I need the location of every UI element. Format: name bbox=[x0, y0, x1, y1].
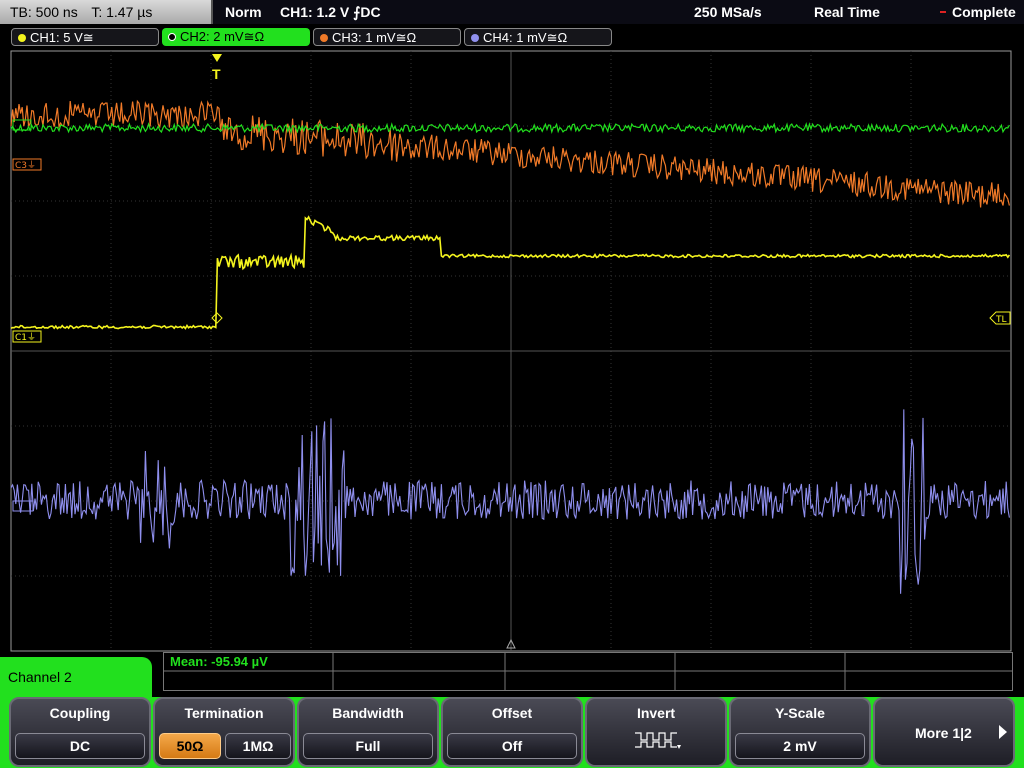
offset-value-button[interactable]: Off bbox=[447, 733, 577, 759]
bandwidth-softkey[interactable]: Bandwidth Full bbox=[297, 697, 439, 767]
ch1-ground-marker[interactable]: C1⏚ bbox=[12, 330, 42, 343]
invert-waveform-icon bbox=[635, 732, 681, 749]
menu-title: Channel 2 bbox=[0, 657, 152, 697]
coupling-title: Coupling bbox=[49, 705, 111, 721]
next-arrow-icon bbox=[999, 725, 1007, 739]
measurement-area bbox=[163, 652, 1013, 691]
yscale-title: Y-Scale bbox=[775, 705, 825, 721]
ch1-ground-label: C1⏚ bbox=[15, 332, 36, 343]
termination-50ohm-button[interactable]: 50Ω bbox=[159, 733, 221, 759]
termination-title: Termination bbox=[184, 705, 264, 721]
coupling-softkey[interactable]: Coupling DC bbox=[9, 697, 151, 767]
waveform-display[interactable]: T C3⏚ C1⏚ TL bbox=[0, 0, 1024, 700]
ch3-ground-marker[interactable]: C3⏚ bbox=[12, 158, 42, 171]
termination-softkey[interactable]: Termination 50Ω 1MΩ bbox=[153, 697, 295, 767]
more-softkey[interactable]: More 1|2 bbox=[873, 697, 1015, 767]
invert-title: Invert bbox=[636, 705, 676, 721]
bandwidth-value-button[interactable]: Full bbox=[303, 733, 433, 759]
more-label: More 1|2 bbox=[915, 725, 972, 741]
trigger-level-label: TL bbox=[995, 315, 1007, 325]
coupling-value-button[interactable]: DC bbox=[15, 733, 145, 759]
mean-measurement: Mean: -95.94 µV bbox=[170, 654, 268, 669]
offset-title: Offset bbox=[491, 705, 533, 721]
bandwidth-title: Bandwidth bbox=[332, 705, 404, 721]
invert-softkey[interactable]: Invert bbox=[585, 697, 727, 767]
offset-softkey[interactable]: Offset Off bbox=[441, 697, 583, 767]
trigger-marker: T bbox=[212, 66, 221, 82]
yscale-softkey[interactable]: Y-Scale 2 mV bbox=[729, 697, 871, 767]
ch3-ground-label: C3⏚ bbox=[15, 160, 36, 171]
yscale-value-button[interactable]: 2 mV bbox=[735, 733, 865, 759]
termination-1mohm-button[interactable]: 1MΩ bbox=[225, 733, 291, 759]
graticule bbox=[10, 50, 1012, 652]
